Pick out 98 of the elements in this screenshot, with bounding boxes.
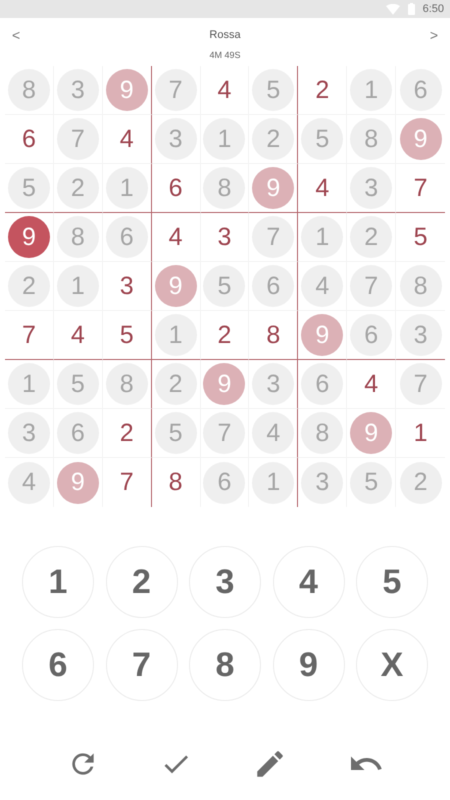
status-time: 6:50 <box>422 3 444 15</box>
number-key[interactable]: 4 <box>272 546 344 618</box>
given-digit[interactable]: 5 <box>350 462 392 504</box>
given-digit[interactable]: 3 <box>154 118 197 160</box>
given-digit[interactable]: 4 <box>8 462 50 504</box>
entered-digit[interactable]: 8 <box>154 462 197 504</box>
given-digit[interactable]: 3 <box>56 69 99 111</box>
entered-digit[interactable]: 3 <box>106 265 148 307</box>
entered-digit[interactable]: 4 <box>350 363 392 405</box>
entered-digit[interactable]: 4 <box>154 216 197 258</box>
puzzle-title: Rossa <box>209 29 241 41</box>
given-digit[interactable]: 2 <box>350 216 392 258</box>
number-key[interactable]: 1 <box>22 546 94 618</box>
given-digit[interactable]: 8 <box>203 167 246 209</box>
given-digit[interactable]: 8 <box>350 118 392 160</box>
entered-digit[interactable]: 6 <box>8 118 50 160</box>
given-digit[interactable]: 7 <box>350 265 392 307</box>
given-digit[interactable]: 4 <box>252 412 294 454</box>
given-digit[interactable]: 1 <box>301 216 344 258</box>
entered-digit[interactable]: 2 <box>203 314 246 356</box>
given-digit[interactable]: 8 <box>400 265 442 307</box>
given-digit[interactable]: 5 <box>252 69 294 111</box>
given-digit[interactable]: 6 <box>350 314 392 356</box>
given-digit[interactable]: 3 <box>8 412 50 454</box>
given-digit[interactable]: 6 <box>203 462 246 504</box>
given-digit[interactable]: 8 <box>301 412 344 454</box>
number-key[interactable]: 3 <box>189 546 261 618</box>
highlighted-digit[interactable]: 9 <box>350 412 392 454</box>
given-digit[interactable]: 2 <box>252 118 294 160</box>
given-digit[interactable]: 1 <box>203 118 246 160</box>
wifi-icon <box>386 4 400 14</box>
given-digit[interactable]: 3 <box>301 462 344 504</box>
given-digit[interactable]: 1 <box>350 69 392 111</box>
entered-digit[interactable]: 5 <box>106 314 148 356</box>
entered-digit[interactable]: 8 <box>252 314 294 356</box>
given-digit[interactable]: 5 <box>56 363 99 405</box>
given-digit[interactable]: 7 <box>203 412 246 454</box>
highlighted-digit[interactable]: 9 <box>203 363 246 405</box>
entered-digit[interactable]: 3 <box>203 216 246 258</box>
given-digit[interactable]: 1 <box>154 314 197 356</box>
given-digit[interactable]: 2 <box>400 462 442 504</box>
given-digit[interactable]: 3 <box>400 314 442 356</box>
elapsed-time: 4M 49S <box>208 50 242 62</box>
entered-digit[interactable]: 4 <box>56 314 99 356</box>
given-digit[interactable]: 5 <box>203 265 246 307</box>
given-digit[interactable]: 2 <box>56 167 99 209</box>
entered-digit[interactable]: 4 <box>301 167 344 209</box>
number-key[interactable]: 8 <box>189 629 261 701</box>
given-digit[interactable]: 1 <box>106 167 148 209</box>
given-digit[interactable]: 1 <box>56 265 99 307</box>
highlighted-digit[interactable]: 9 <box>154 265 197 307</box>
selected-digit[interactable]: 9 <box>8 216 50 258</box>
battery-icon <box>408 3 415 15</box>
entered-digit[interactable]: 2 <box>301 69 344 111</box>
number-key[interactable]: 7 <box>106 629 178 701</box>
next-button[interactable]: > <box>426 27 442 43</box>
given-digit[interactable]: 5 <box>8 167 50 209</box>
given-digit[interactable]: 6 <box>301 363 344 405</box>
given-digit[interactable]: 6 <box>56 412 99 454</box>
entered-digit[interactable]: 4 <box>106 118 148 160</box>
highlighted-digit[interactable]: 9 <box>301 314 344 356</box>
given-digit[interactable]: 6 <box>400 69 442 111</box>
given-digit[interactable]: 1 <box>8 363 50 405</box>
given-digit[interactable]: 3 <box>350 167 392 209</box>
given-digit[interactable]: 6 <box>106 216 148 258</box>
number-key[interactable]: 5 <box>356 546 428 618</box>
given-digit[interactable]: 8 <box>56 216 99 258</box>
given-digit[interactable]: 7 <box>154 69 197 111</box>
given-digit[interactable]: 7 <box>56 118 99 160</box>
given-digit[interactable]: 4 <box>301 265 344 307</box>
entered-digit[interactable]: 5 <box>400 216 442 258</box>
number-key[interactable]: 6 <box>22 629 94 701</box>
number-key[interactable]: X <box>356 629 428 701</box>
entered-digit[interactable]: 6 <box>154 167 197 209</box>
entered-digit[interactable]: 7 <box>400 167 442 209</box>
given-digit[interactable]: 2 <box>154 363 197 405</box>
given-digit[interactable]: 7 <box>252 216 294 258</box>
entered-digit[interactable]: 7 <box>8 314 50 356</box>
given-digit[interactable]: 6 <box>252 265 294 307</box>
previous-button[interactable]: < <box>8 27 24 43</box>
given-digit[interactable]: 7 <box>400 363 442 405</box>
entered-digit[interactable]: 7 <box>106 462 148 504</box>
given-digit[interactable]: 1 <box>252 462 294 504</box>
given-digit[interactable]: 2 <box>8 265 50 307</box>
entered-digit[interactable]: 1 <box>400 412 442 454</box>
highlighted-digit[interactable]: 9 <box>252 167 294 209</box>
entered-digit[interactable]: 4 <box>203 69 246 111</box>
entered-digit[interactable]: 2 <box>106 412 148 454</box>
given-digit[interactable]: 5 <box>154 412 197 454</box>
highlighted-digit[interactable]: 9 <box>400 118 442 160</box>
given-digit[interactable]: 3 <box>252 363 294 405</box>
number-key[interactable]: 9 <box>272 629 344 701</box>
highlighted-digit[interactable]: 9 <box>56 462 99 504</box>
given-digit[interactable]: 5 <box>301 118 344 160</box>
highlighted-digit[interactable]: 9 <box>106 69 148 111</box>
given-digit[interactable]: 8 <box>106 363 148 405</box>
number-key[interactable]: 2 <box>106 546 178 618</box>
given-digit[interactable]: 8 <box>8 69 50 111</box>
